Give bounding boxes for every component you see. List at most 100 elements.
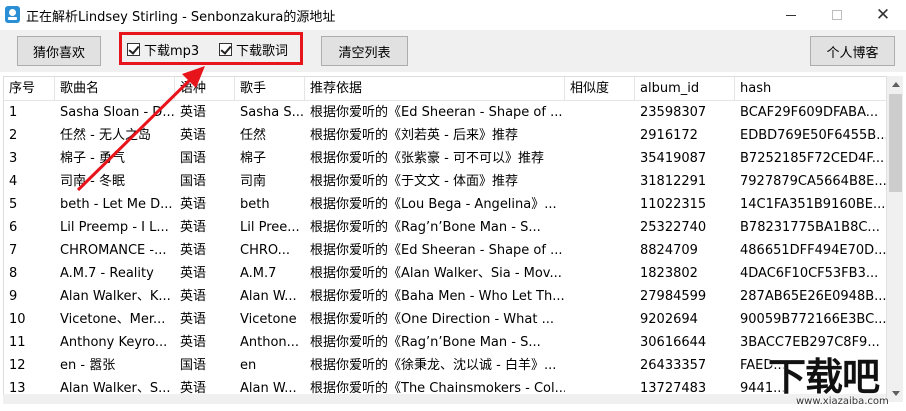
table-cell: 14C1FA351B9160BE...	[740, 197, 886, 212]
table-cell: 英语	[180, 335, 207, 350]
table-cell: 8824709	[640, 243, 698, 258]
table-cell: 根据你爱听的《刘若英 - 后来》推荐	[310, 128, 518, 143]
table-cell: 27984599	[640, 289, 707, 304]
table-cell: 根据你爱听的《徐秉龙、沈以诚 - 白羊》...	[310, 358, 557, 373]
maximize-button[interactable]	[814, 0, 860, 30]
table-cell: 根据你爱听的《Lou Bega - Angelina》...	[310, 197, 557, 212]
table-cell: 11	[9, 335, 26, 350]
table-cell: 任然	[240, 128, 267, 143]
table-cell: 23598307	[640, 105, 707, 120]
table-cell: 31812291	[640, 174, 707, 189]
column-header[interactable]: 语种	[175, 77, 235, 101]
table-cell: 9	[9, 289, 18, 304]
horizontal-scrollbar[interactable]	[3, 394, 886, 404]
app-icon	[5, 6, 20, 23]
results-table[interactable]: 序号 歌曲名 语种 歌手 推荐依据 相似度 album_id hash 1 Sasha Sloa…	[3, 76, 887, 402]
table-cell: Lil Pree...	[240, 220, 300, 235]
table-cell: 英语	[180, 197, 207, 212]
table-cell: 根据你爱听的《One Direction - What ...	[310, 312, 554, 327]
scroll-up-button[interactable]	[887, 76, 904, 93]
table-cell: 司南	[240, 174, 267, 189]
table-cell: 287AB65E26E0948B...	[740, 289, 887, 304]
column-header[interactable]: 推荐依据	[305, 77, 565, 101]
column-header[interactable]: 歌手	[235, 77, 305, 101]
table-row[interactable]: 5 beth - Let Me D... 英语 beth 根据你爱听的《Lou Bega…	[4, 193, 887, 216]
table-row[interactable]: 10 Vicetone、Mer... 英语 Vicetone 根据你爱听的《One Di…	[4, 308, 887, 331]
table-cell: 10	[9, 312, 26, 327]
table-cell: 25322740	[640, 220, 707, 235]
column-header[interactable]: hash	[735, 77, 887, 101]
minimize-button[interactable]	[768, 0, 814, 30]
table-cell: 任然 - 无人之岛	[60, 128, 151, 143]
table-body: 1 Sasha Sloan - D... 英语 Sasha S... 根据你爱听的《Ed…	[4, 101, 887, 400]
table-cell: 486651DFF494E70D...	[740, 243, 887, 258]
table-cell: 英语	[180, 289, 207, 304]
personal-blog-button[interactable]: 个人博客	[810, 36, 895, 66]
table-cell: 根据你爱听的《Ed Sheeran - Shape of ...	[310, 243, 563, 258]
table-cell: 12	[9, 358, 26, 373]
table-cell	[565, 193, 635, 216]
table-cell: 4DAC6F10CF53FB3...	[740, 266, 879, 281]
table-cell: 9202694	[640, 312, 698, 327]
table-cell: 司南 - 冬眠	[60, 174, 125, 189]
table-cell	[565, 308, 635, 331]
table-row[interactable]: 6 Lil Preemp - I L... 英语 Lil Pree... 根据你爱听的《…	[4, 216, 887, 239]
table-cell: BCAF29F609DFABA...	[740, 105, 879, 120]
table-cell: beth - Let Me D...	[60, 197, 173, 212]
title-bar: 正在解析Lindsey Stirling - Senbonzakura的源地址 …	[0, 0, 906, 30]
table-cell: 6	[9, 220, 18, 235]
table-row[interactable]: 7 CHROMANCE -... 英语 CHRO... 根据你爱听的《Ed Sheera…	[4, 239, 887, 262]
table-row[interactable]: 9 Alan Walker、K... 英语 Alan W... 根据你爱听的《Baha …	[4, 285, 887, 308]
table-row[interactable]: 8 A.M.7 - Reality 英语 A.M.7 根据你爱听的《Alan Walke…	[4, 262, 887, 285]
table-cell: 2916172	[640, 128, 698, 143]
watermark-url: www.xiazaiba.com	[796, 396, 889, 407]
table-cell: Anthon...	[240, 335, 300, 350]
table-cell	[565, 170, 635, 193]
table-cell	[565, 331, 635, 354]
watermark-logo: 下载吧	[768, 355, 880, 399]
table-cell: B78231775BA1B8C...	[740, 220, 880, 235]
table-cell: 英语	[180, 105, 207, 120]
table-cell: 90059B772166E3BC...	[740, 312, 887, 327]
table-row[interactable]: 2 任然 - 无人之岛 英语 任然 根据你爱听的《刘若英 - 后来》推荐 2916172 E…	[4, 124, 887, 147]
table-cell: 国语	[180, 151, 207, 166]
column-header[interactable]: 序号	[4, 77, 55, 101]
table-cell	[565, 147, 635, 170]
table-cell: 国语	[180, 358, 207, 373]
table-row[interactable]: 1 Sasha Sloan - D... 英语 Sasha S... 根据你爱听的《Ed…	[4, 101, 887, 124]
table-cell	[565, 354, 635, 377]
scroll-thumb[interactable]	[889, 94, 902, 192]
clear-list-button[interactable]: 清空列表	[321, 36, 408, 66]
guess-you-like-button[interactable]: 猜你喜欢	[17, 36, 101, 66]
table-cell: 1	[9, 105, 18, 120]
table-cell: Vicetone、Mer...	[60, 312, 166, 327]
table-cell	[565, 101, 635, 124]
table-row[interactable]: 4 司南 - 冬眠 国语 司南 根据你爱听的《于文文 - 体面》推荐 31812291 79…	[4, 170, 887, 193]
table-cell: 4	[9, 174, 18, 189]
table-cell: 英语	[180, 266, 207, 281]
table-cell: Anthony Keyro...	[60, 335, 168, 350]
table-cell: B7252185F72CED4F...	[740, 151, 885, 166]
table-cell	[565, 285, 635, 308]
table-cell	[565, 239, 635, 262]
column-header[interactable]: album_id	[635, 77, 735, 101]
close-button[interactable]: ✕	[860, 0, 906, 30]
table-row[interactable]: 12 en - 嚣张 国语 en 根据你爱听的《徐秉龙、沈以诚 - 白羊》... 2643…	[4, 354, 887, 377]
table-row[interactable]: 11 Anthony Keyro... 英语 Anthon... 根据你爱听的《Rag’…	[4, 331, 887, 354]
table-cell: A.M.7 - Reality	[60, 266, 154, 281]
table-header: 序号 歌曲名 语种 歌手 推荐依据 相似度 album_id hash	[4, 77, 887, 101]
table-cell: Lil Preemp - I L...	[60, 220, 169, 235]
table-cell: 根据你爱听的《Ed Sheeran - Shape of ...	[310, 105, 563, 120]
table-cell: 英语	[180, 243, 207, 258]
table-row[interactable]: 3 棉子 - 勇气 国语 棉子 根据你爱听的《张紫豪 - 可不可以》推荐 35419087…	[4, 147, 887, 170]
table-cell: Vicetone	[240, 312, 297, 327]
column-header[interactable]: 歌曲名	[55, 77, 175, 101]
annotation-highlight-box	[119, 32, 303, 65]
table-cell: 英语	[180, 128, 207, 143]
maximize-icon	[832, 10, 842, 20]
table-cell	[565, 124, 635, 147]
table-cell: EDBD769E50F6455B...	[740, 128, 887, 143]
column-header[interactable]: 相似度	[565, 77, 635, 101]
watermark: 下载吧 www.xiazaiba.com	[760, 346, 906, 411]
table-cell: 30616644	[640, 335, 707, 350]
